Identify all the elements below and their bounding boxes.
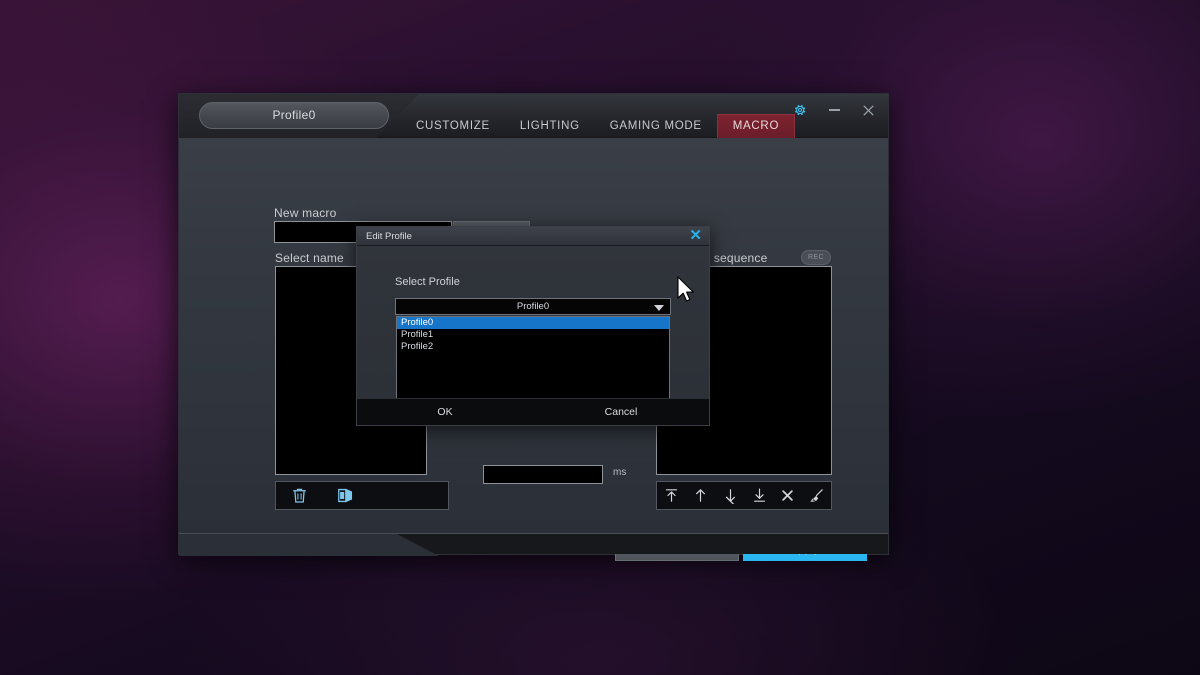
delay-input[interactable]: [483, 465, 603, 484]
cancel-button[interactable]: Cancel: [533, 399, 709, 425]
select-profile-label: Select Profile: [395, 276, 460, 288]
close-icon[interactable]: [858, 100, 878, 120]
new-macro-label: New macro: [274, 206, 337, 220]
gear-icon[interactable]: [790, 100, 810, 120]
rec-button[interactable]: REC: [801, 250, 831, 265]
chevron-down-icon: [654, 305, 664, 311]
dialog-button-bar: OK Cancel: [357, 398, 709, 425]
list-item[interactable]: Profile2: [397, 341, 669, 353]
window-footer-decoration: [179, 533, 888, 554]
title-bar: Profile0 CUSTOMIZE LIGHTING GAMING MODE …: [179, 94, 888, 138]
tab-customize[interactable]: CUSTOMIZE: [401, 115, 505, 138]
key-sequence-toolbar: [656, 481, 832, 510]
ok-button[interactable]: OK: [357, 399, 533, 425]
tab-lighting[interactable]: LIGHTING: [505, 115, 595, 138]
trash-icon[interactable]: [276, 486, 322, 505]
move-to-bottom-icon[interactable]: [751, 487, 768, 504]
tab-bar: CUSTOMIZE LIGHTING GAMING MODE MACRO: [401, 114, 796, 138]
move-down-icon[interactable]: [722, 487, 739, 504]
window-controls: [790, 100, 878, 120]
dialog-content: Select Profile Profile0 Profile0 Profile…: [357, 246, 709, 401]
profile-option-list[interactable]: Profile0 Profile1 Profile2: [396, 316, 670, 401]
move-to-top-icon[interactable]: [663, 487, 680, 504]
move-up-icon[interactable]: [692, 487, 709, 504]
list-item[interactable]: Profile0: [397, 317, 669, 329]
delete-icon[interactable]: [780, 488, 795, 503]
delay-unit-label: ms: [613, 467, 627, 478]
profile-chip-button[interactable]: Profile0: [199, 102, 389, 129]
list-item[interactable]: Profile1: [397, 329, 669, 341]
minimize-icon[interactable]: [824, 100, 844, 120]
select-name-label: Select name: [275, 251, 344, 265]
desktop-background: Profile0 CUSTOMIZE LIGHTING GAMING MODE …: [0, 0, 1200, 675]
minimize-dash: [828, 109, 840, 111]
tab-gaming-mode[interactable]: GAMING MODE: [595, 115, 717, 138]
profile-select-value: Profile0: [516, 301, 550, 312]
edit-profile-dialog: Edit Profile ✕ Select Profile Profile0 P…: [356, 226, 710, 426]
clear-all-icon[interactable]: [808, 487, 825, 504]
tab-macro[interactable]: MACRO: [716, 114, 796, 138]
dialog-title: Edit Profile: [366, 231, 412, 242]
profile-select-combobox[interactable]: Profile0: [395, 298, 671, 315]
dialog-title-bar: Edit Profile ✕: [357, 227, 709, 246]
copy-icon[interactable]: [322, 486, 368, 505]
macro-list-toolbar: [275, 481, 449, 510]
close-icon[interactable]: ✕: [689, 227, 702, 245]
